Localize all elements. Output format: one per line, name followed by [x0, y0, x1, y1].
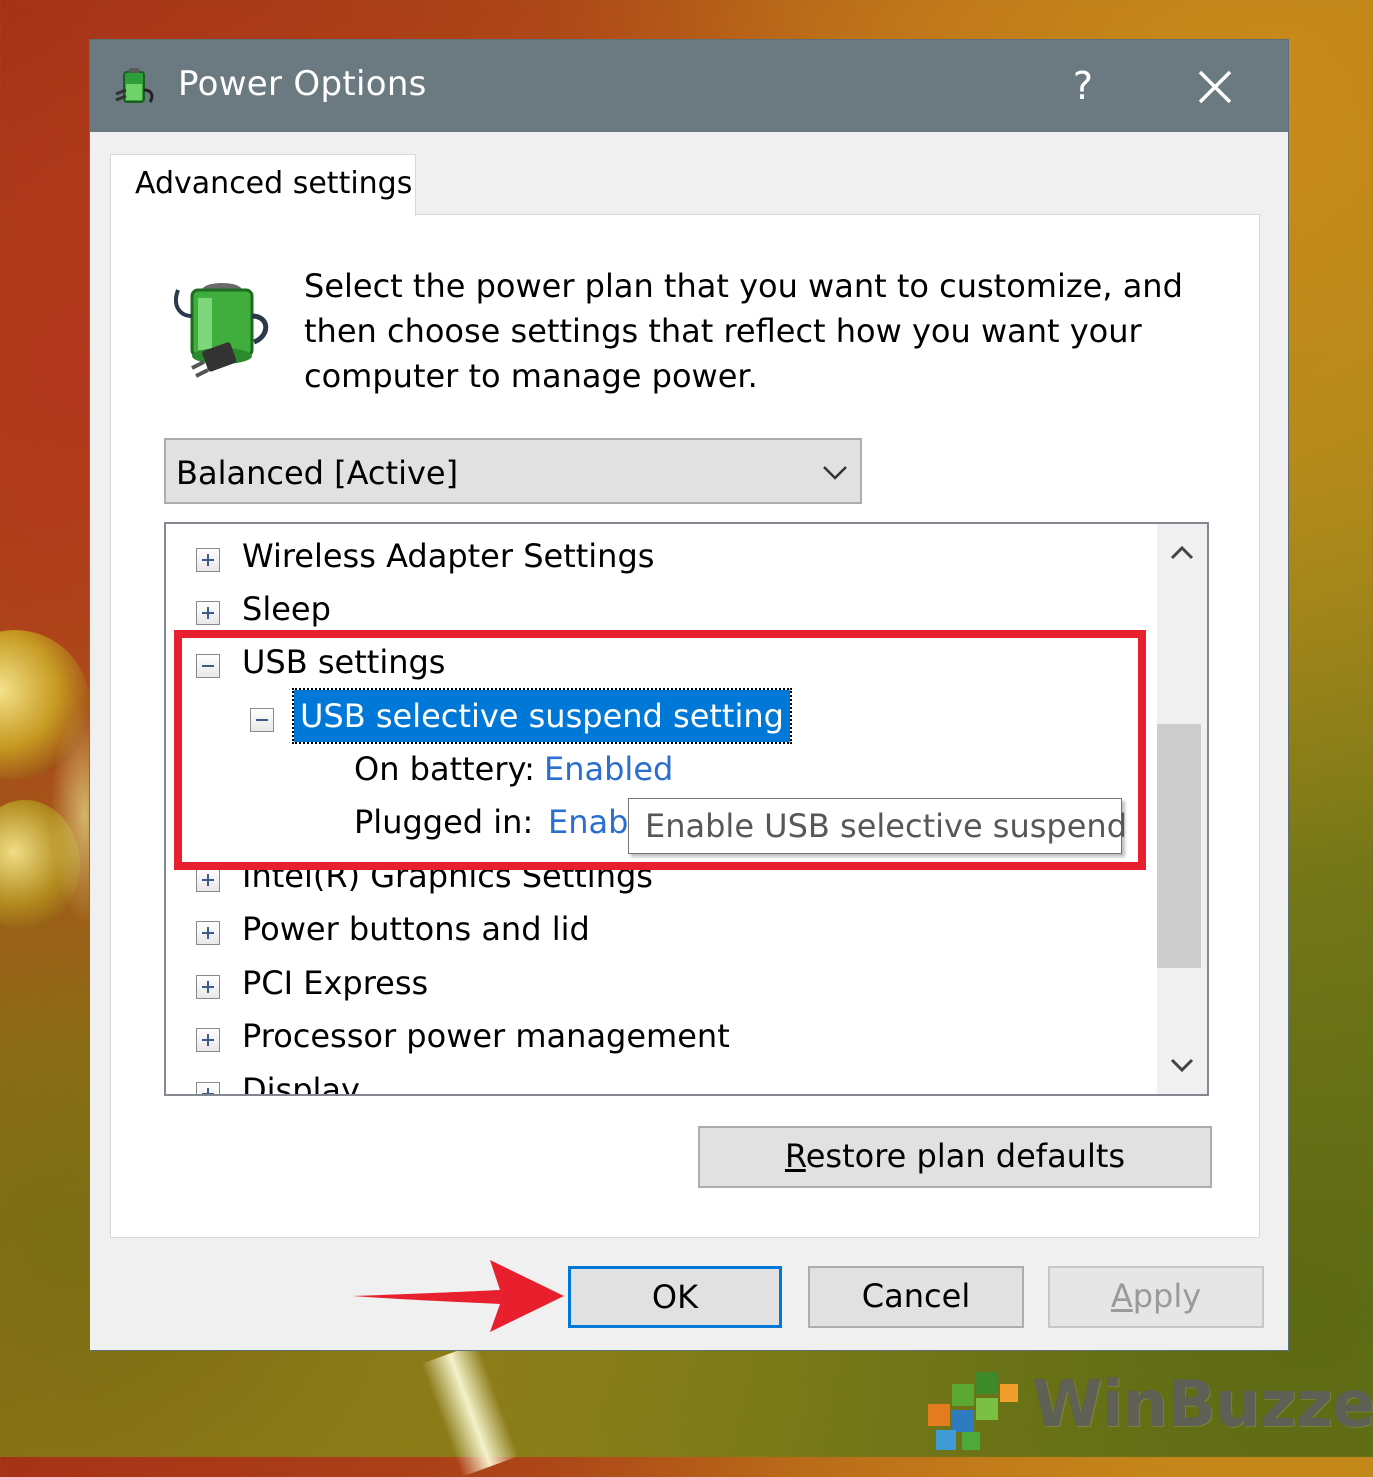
tree-item-processor-power[interactable]: Processor power management: [192, 1010, 1092, 1062]
expand-plus-icon[interactable]: [196, 921, 220, 945]
vertical-scrollbar[interactable]: [1157, 524, 1207, 1094]
winbuzzer-watermark: WinBuzzer: [922, 1364, 1373, 1454]
power-options-dialog: Power Options ? Advanced settings Select…: [90, 40, 1288, 1350]
setting-label: Plugged in:: [354, 803, 534, 841]
tree-item-label: Sleep: [242, 590, 331, 628]
power-options-icon: [115, 68, 154, 103]
accelerator-key: R: [784, 1137, 806, 1175]
tree-item-intel-graphics[interactable]: Intel(R) Graphics Settings: [192, 850, 1092, 902]
tree-item-sleep[interactable]: Sleep: [192, 583, 1092, 635]
tree-item-label: Power buttons and lid: [242, 910, 590, 948]
close-icon[interactable]: [1190, 62, 1240, 112]
scrollbar-thumb[interactable]: [1157, 724, 1201, 968]
restore-plan-defaults-button[interactable]: Restore plan defaults: [698, 1126, 1212, 1188]
tree-item-pci-express[interactable]: PCI Express: [192, 957, 1092, 1009]
winbuzzer-logo-icon: [928, 1372, 1018, 1450]
chevron-down-icon: [823, 466, 847, 480]
window-title: Power Options: [178, 64, 427, 104]
tree-item-power-buttons[interactable]: Power buttons and lid: [192, 903, 1092, 955]
tree-item-label: USB settings: [242, 643, 446, 681]
expand-plus-icon[interactable]: [196, 601, 220, 625]
battery-plug-icon: [174, 283, 269, 378]
collapse-minus-icon[interactable]: [196, 654, 220, 678]
description-text: Select the power plan that you want to c…: [304, 267, 1183, 395]
power-plan-select[interactable]: Balanced [Active]: [164, 438, 862, 504]
setting-value-link[interactable]: Enabled: [544, 743, 673, 795]
expand-plus-icon[interactable]: [196, 548, 220, 572]
setting-on-battery[interactable]: On battery: Enabled: [354, 743, 954, 795]
chevron-up-icon[interactable]: [1165, 538, 1199, 568]
tab-advanced-settings[interactable]: Advanced settings: [110, 154, 416, 216]
tooltip: Enable USB selective suspend: [628, 798, 1127, 854]
apply-button[interactable]: Apply: [1048, 1266, 1264, 1328]
tree-item-label: Processor power management: [242, 1017, 730, 1055]
help-button[interactable]: ?: [1058, 54, 1108, 118]
tree-item-label: PCI Express: [242, 964, 429, 1002]
ok-button[interactable]: OK: [568, 1266, 782, 1328]
expand-plus-icon[interactable]: [196, 975, 220, 999]
accelerator-key: A: [1110, 1277, 1133, 1315]
setting-label: On battery:: [354, 750, 535, 788]
collapse-minus-icon[interactable]: [250, 708, 274, 732]
cancel-button[interactable]: Cancel: [808, 1266, 1024, 1328]
red-arrow-annotation: [352, 1260, 564, 1332]
tree-item-label-selected: USB selective suspend setting: [292, 688, 792, 744]
title-bar[interactable]: Power Options ?: [90, 40, 1288, 132]
power-plan-select-value: Balanced [Active]: [176, 454, 459, 492]
tree-item-label: Intel(R) Graphics Settings: [242, 857, 653, 895]
expand-plus-icon[interactable]: [196, 1028, 220, 1052]
tree-item-display[interactable]: Display: [192, 1064, 1092, 1096]
winbuzzer-text: WinBuzzer: [1032, 1368, 1373, 1442]
expand-plus-icon[interactable]: [196, 868, 220, 892]
tree-item-usb-selective-suspend[interactable]: USB selective suspend setting: [250, 688, 1050, 744]
setting-value-link[interactable]: Enab: [548, 796, 628, 848]
tree-item-usb-settings[interactable]: USB settings: [192, 636, 1092, 688]
tree-item-wireless-adapter[interactable]: Wireless Adapter Settings: [192, 530, 1092, 582]
tree-item-label: Wireless Adapter Settings: [242, 537, 655, 575]
chevron-down-icon[interactable]: [1165, 1050, 1199, 1080]
expand-plus-icon[interactable]: [196, 1082, 220, 1094]
button-label: estore plan defaults: [805, 1137, 1126, 1175]
settings-tree[interactable]: Wireless Adapter Settings Sleep USB sett…: [164, 522, 1209, 1096]
tree-item-label: Display: [242, 1071, 360, 1096]
button-label: pply: [1132, 1277, 1202, 1315]
